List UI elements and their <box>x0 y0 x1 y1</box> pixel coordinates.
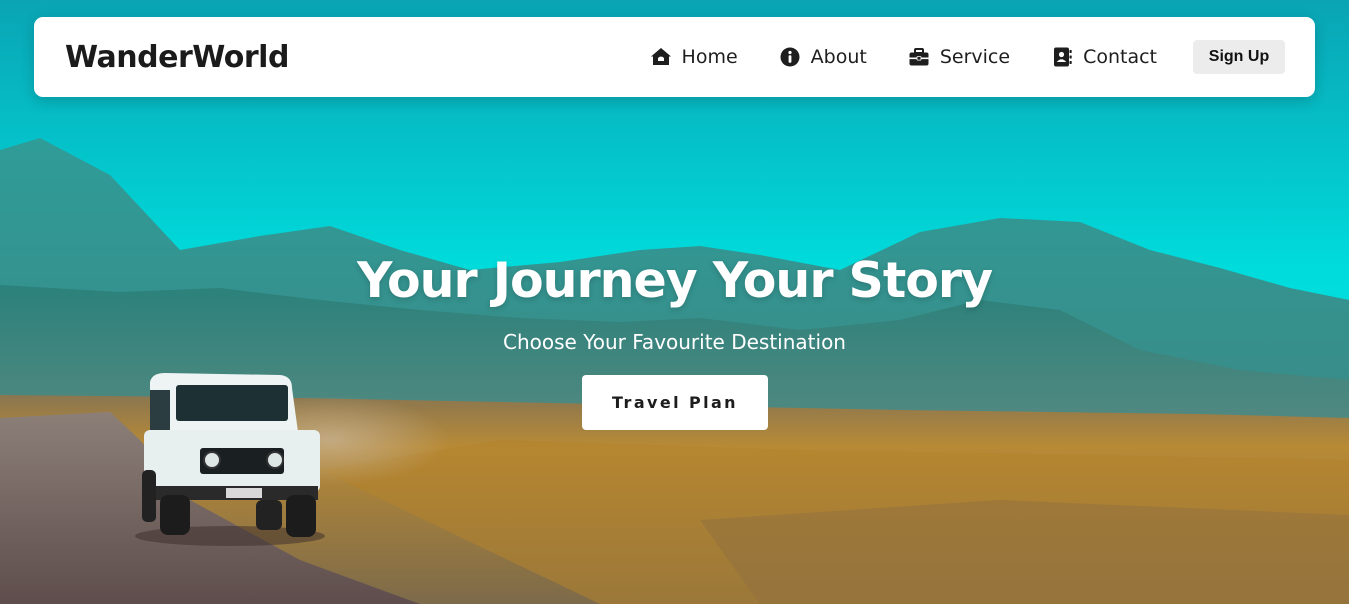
main-nav: Home About Service Contact Sign Up <box>650 40 1285 74</box>
nav-item-label: About <box>810 46 867 68</box>
nav-item-label: Home <box>681 46 738 68</box>
nav-item-home[interactable]: Home <box>650 46 738 68</box>
nav-item-service[interactable]: Service <box>908 46 1010 68</box>
sign-up-button[interactable]: Sign Up <box>1193 40 1285 74</box>
brand-logo[interactable]: WanderWorld <box>65 40 289 75</box>
nav-item-label: Service <box>939 46 1011 68</box>
nav-item-contact[interactable]: Contact <box>1051 46 1157 68</box>
navbar: WanderWorld Home About Service Contact S… <box>34 17 1315 97</box>
contact-book-icon <box>1051 46 1073 68</box>
travel-plan-button[interactable]: Travel Plan <box>582 375 768 430</box>
hero-headline: Your Journey Your Story <box>356 252 993 309</box>
briefcase-icon <box>908 46 930 68</box>
hero-subheadline: Choose Your Favourite Destination <box>503 330 846 354</box>
home-icon <box>650 46 672 68</box>
nav-item-about[interactable]: About <box>779 46 867 68</box>
info-circle-icon <box>779 46 801 68</box>
nav-item-label: Contact <box>1083 46 1157 68</box>
